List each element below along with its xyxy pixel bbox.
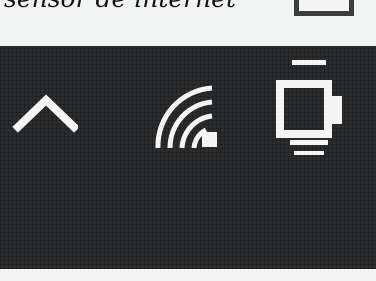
chevron-up-icon — [12, 94, 78, 133]
network-button[interactable] — [150, 70, 230, 154]
battery-icon — [276, 60, 342, 155]
window-top-strip: sensor de internet — [0, 0, 376, 46]
show-hidden-icons-button[interactable] — [6, 75, 78, 145]
bottom-screen-edge — [0, 269, 376, 281]
window-control-box — [294, 0, 354, 16]
screen: sensor de internet — [0, 0, 376, 281]
battery-button[interactable] — [272, 58, 352, 162]
caption-text: sensor de internet — [4, 0, 236, 13]
wifi-icon — [155, 85, 217, 149]
